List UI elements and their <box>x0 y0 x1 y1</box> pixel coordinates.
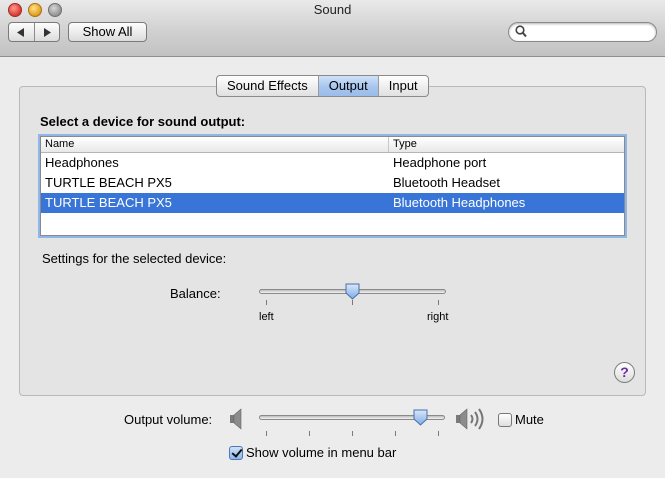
table-row-selected[interactable]: TURTLE BEACH PX5 Bluetooth Headphones <box>41 193 624 213</box>
back-forward-control <box>8 22 60 42</box>
mute-checkbox[interactable] <box>498 413 512 427</box>
tab-input[interactable]: Input <box>377 76 428 96</box>
volume-tick <box>352 431 353 436</box>
show-volume-in-menubar-label[interactable]: Show volume in menu bar <box>246 445 396 460</box>
tab-content-panel <box>19 86 646 396</box>
balance-left-label: left <box>259 311 274 323</box>
output-device-heading: Select a device for sound output: <box>40 114 246 129</box>
balance-tick <box>266 300 267 305</box>
column-header-name[interactable]: Name <box>41 137 389 152</box>
tab-sound-effects[interactable]: Sound Effects <box>217 76 318 96</box>
sound-preferences-window: Sound Show All Sound Effects Output Inpu… <box>0 0 665 478</box>
search-field[interactable] <box>508 22 657 42</box>
device-type: Bluetooth Headset <box>393 175 500 190</box>
balance-tick <box>352 300 353 305</box>
device-settings-label: Settings for the selected device: <box>42 251 227 266</box>
output-volume-label: Output volume: <box>124 412 213 427</box>
table-header: Name Type <box>41 137 624 153</box>
balance-right-label: right <box>427 311 449 323</box>
toolbar: Sound Show All <box>0 0 665 57</box>
balance-tick <box>438 300 439 305</box>
volume-tick <box>438 431 439 436</box>
speaker-high-icon <box>456 408 484 430</box>
device-name: TURTLE BEACH PX5 <box>45 195 172 210</box>
volume-tick <box>395 431 396 436</box>
column-header-type[interactable]: Type <box>389 137 624 152</box>
balance-slider-knob[interactable] <box>345 283 360 300</box>
device-type: Headphone port <box>393 155 487 170</box>
balance-label: Balance: <box>170 286 221 301</box>
help-button[interactable]: ? <box>614 362 635 383</box>
window-title: Sound <box>313 2 352 17</box>
volume-tick <box>309 431 310 436</box>
device-name: Headphones <box>45 155 119 170</box>
table-row[interactable]: Headphones Headphone port <box>41 153 624 173</box>
show-volume-in-menubar-checkbox[interactable] <box>229 446 243 460</box>
device-type: Bluetooth Headphones <box>393 195 526 210</box>
tab-output[interactable]: Output <box>317 76 378 96</box>
back-button[interactable] <box>9 23 34 41</box>
device-name: TURTLE BEACH PX5 <box>45 175 172 190</box>
triangle-left-icon <box>17 27 25 37</box>
output-volume-slider-knob[interactable] <box>413 409 428 426</box>
triangle-right-icon <box>43 27 51 37</box>
volume-tick <box>266 431 267 436</box>
speaker-low-icon <box>230 408 242 430</box>
output-device-table[interactable]: Name Type Headphones Headphone port TURT… <box>40 136 625 236</box>
magnifier-icon <box>515 25 527 38</box>
table-row[interactable]: TURTLE BEACH PX5 Bluetooth Headset <box>41 173 624 193</box>
mute-label[interactable]: Mute <box>515 412 544 427</box>
forward-button[interactable] <box>33 23 60 41</box>
show-all-button[interactable]: Show All <box>68 22 147 42</box>
tab-bar: Sound Effects Output Input <box>216 75 429 97</box>
